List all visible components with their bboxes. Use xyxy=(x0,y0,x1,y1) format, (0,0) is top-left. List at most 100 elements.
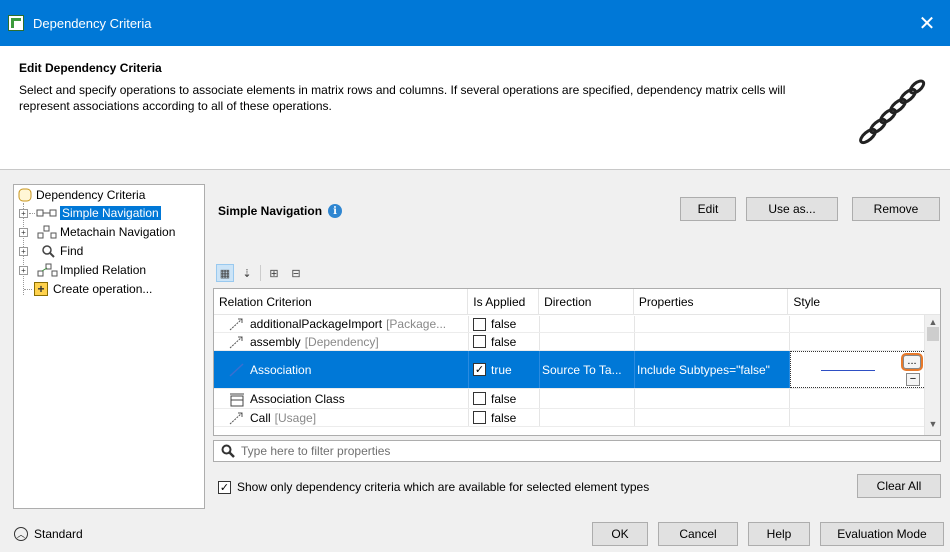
window-title: Dependency Criteria xyxy=(33,15,152,31)
column-header[interactable]: Is Applied xyxy=(468,289,540,315)
style-edit-button[interactable]: ... xyxy=(903,355,921,369)
applied-checkbox[interactable] xyxy=(473,335,486,348)
clear-all-button[interactable]: Clear All xyxy=(857,474,941,498)
help-button[interactable]: Help xyxy=(748,522,810,546)
dependency-icon xyxy=(229,336,243,348)
table-row-selected[interactable]: Association ✓ true Source To Ta... Inclu… xyxy=(214,351,926,389)
column-header[interactable]: Style xyxy=(788,289,940,315)
filter-box[interactable] xyxy=(213,440,941,462)
tree-root[interactable]: Dependency Criteria xyxy=(18,186,145,204)
metachain-icon xyxy=(37,225,57,239)
tree-item-label: Metachain Navigation xyxy=(60,225,176,239)
tree-item-label: Create operation... xyxy=(53,282,153,296)
dependency-criteria-icon xyxy=(18,188,32,202)
applied-value: true xyxy=(491,362,512,377)
edit-button[interactable]: Edit xyxy=(680,197,736,221)
tree-item-find[interactable]: + Find xyxy=(19,242,83,260)
expand-icon[interactable]: + xyxy=(19,227,28,237)
title-bar: Dependency Criteria ✕ xyxy=(0,0,950,46)
column-header[interactable]: Properties xyxy=(634,289,789,315)
expand-icon[interactable]: + xyxy=(19,246,28,256)
applied-checkbox[interactable] xyxy=(473,411,486,424)
scrollbar-thumb[interactable] xyxy=(927,327,939,341)
usage-icon xyxy=(229,412,243,424)
info-icon[interactable]: i xyxy=(328,204,343,218)
relation-name: assembly xyxy=(250,334,301,349)
close-icon[interactable]: ✕ xyxy=(904,0,950,46)
tree-item-implied-relation[interactable]: + Implied Relation xyxy=(19,261,146,279)
panel-title: Simple Navigation i xyxy=(218,204,343,218)
expand-icon[interactable]: + xyxy=(19,265,28,275)
simple-navigation-icon xyxy=(36,209,57,217)
header-description: Select and specify operations to associa… xyxy=(19,83,786,113)
chevron-up-icon[interactable]: ︿ xyxy=(14,527,28,541)
criteria-table: Relation Criterion Is Applied Direction … xyxy=(213,288,941,436)
categorized-view-icon[interactable]: ▦ xyxy=(216,264,234,282)
table-scrollbar[interactable]: ▲ ▼ xyxy=(924,315,940,435)
scroll-down-icon[interactable]: ▼ xyxy=(925,419,940,431)
collapse-all-icon[interactable]: ⊟ xyxy=(287,264,305,282)
applied-checkbox[interactable] xyxy=(473,317,486,331)
evaluation-mode-button[interactable]: Evaluation Mode xyxy=(820,522,944,546)
find-icon xyxy=(42,245,55,258)
cancel-button[interactable]: Cancel xyxy=(658,522,738,546)
properties-cell[interactable]: Include Subtypes="false" xyxy=(635,351,790,388)
tree-root-label: Dependency Criteria xyxy=(36,188,146,202)
applied-value: false xyxy=(491,391,517,406)
column-header[interactable]: Direction xyxy=(539,289,634,315)
chain-icon xyxy=(859,79,926,145)
mode-toggle[interactable]: ︿ Standard xyxy=(14,527,83,541)
operation-panel: Simple Navigation i Edit Use as... Remov… xyxy=(208,184,945,509)
ok-button[interactable]: OK xyxy=(592,522,648,546)
relation-name: additionalPackageImport xyxy=(250,317,383,331)
relation-name: Association xyxy=(250,362,312,377)
header-title: Edit Dependency Criteria xyxy=(19,61,162,75)
applied-checkbox[interactable]: ✓ xyxy=(473,363,486,376)
filter-input[interactable] xyxy=(241,444,921,458)
expand-all-icon[interactable]: ⊞ xyxy=(265,264,283,282)
tree-item-simple-navigation[interactable]: + Simple Navigation xyxy=(19,204,161,222)
table-row[interactable]: assembly [Dependency] false xyxy=(214,333,926,351)
relation-type: [Dependency] xyxy=(304,334,379,349)
show-only-option[interactable]: ✓ Show only dependency criteria which ar… xyxy=(218,480,649,494)
show-only-checkbox[interactable]: ✓ xyxy=(218,480,231,494)
tree-item-create-operation[interactable]: + Create operation... xyxy=(24,280,153,298)
panel-title-text: Simple Navigation xyxy=(218,204,323,218)
package-import-icon xyxy=(229,318,243,331)
relation-name: Association Class xyxy=(250,391,345,406)
applied-value: false xyxy=(491,410,517,425)
applied-value: false xyxy=(491,317,517,331)
plus-icon: + xyxy=(34,282,48,296)
table-row[interactable]: Call [Usage] false xyxy=(214,409,926,427)
relation-name: Call xyxy=(250,410,271,425)
table-row[interactable]: additionalPackageImport [Package... fals… xyxy=(214,316,926,333)
app-icon xyxy=(8,15,24,31)
association-class-icon xyxy=(230,393,244,406)
applied-checkbox[interactable] xyxy=(473,392,486,405)
tree-item-label: Implied Relation xyxy=(60,263,147,277)
dialog-header: Edit Dependency Criteria Select and spec… xyxy=(0,46,950,170)
table-row[interactable]: Association Class false xyxy=(214,389,926,409)
criteria-tree[interactable]: Dependency Criteria + Simple Navigation … xyxy=(13,184,205,509)
relation-type: [Package... xyxy=(386,317,447,331)
sort-alphabetically-icon[interactable]: ⇣ xyxy=(238,264,256,282)
tree-item-label: Simple Navigation xyxy=(60,206,161,220)
implied-relation-icon xyxy=(37,263,58,277)
table-toolbar: ▦ ⇣ ⊞ ⊟ xyxy=(216,262,305,284)
direction-cell[interactable]: Source To Ta... xyxy=(540,351,635,388)
mode-label: Standard xyxy=(34,527,83,541)
relation-type: [Usage] xyxy=(274,410,317,425)
expand-icon[interactable]: + xyxy=(19,208,28,218)
use-as-button[interactable]: Use as... xyxy=(746,197,838,221)
search-icon xyxy=(221,444,235,458)
line-style-preview xyxy=(821,370,875,371)
tree-item-label: Find xyxy=(60,244,84,258)
applied-value: false xyxy=(491,334,517,349)
style-cell[interactable]: ... − xyxy=(790,351,926,388)
association-icon xyxy=(229,362,244,377)
column-header[interactable]: Relation Criterion xyxy=(214,289,469,315)
remove-button[interactable]: Remove xyxy=(852,197,940,221)
table-header: Relation Criterion Is Applied Direction … xyxy=(214,289,940,315)
tree-item-metachain-navigation[interactable]: + Metachain Navigation xyxy=(19,223,175,241)
style-remove-button[interactable]: − xyxy=(906,373,920,386)
